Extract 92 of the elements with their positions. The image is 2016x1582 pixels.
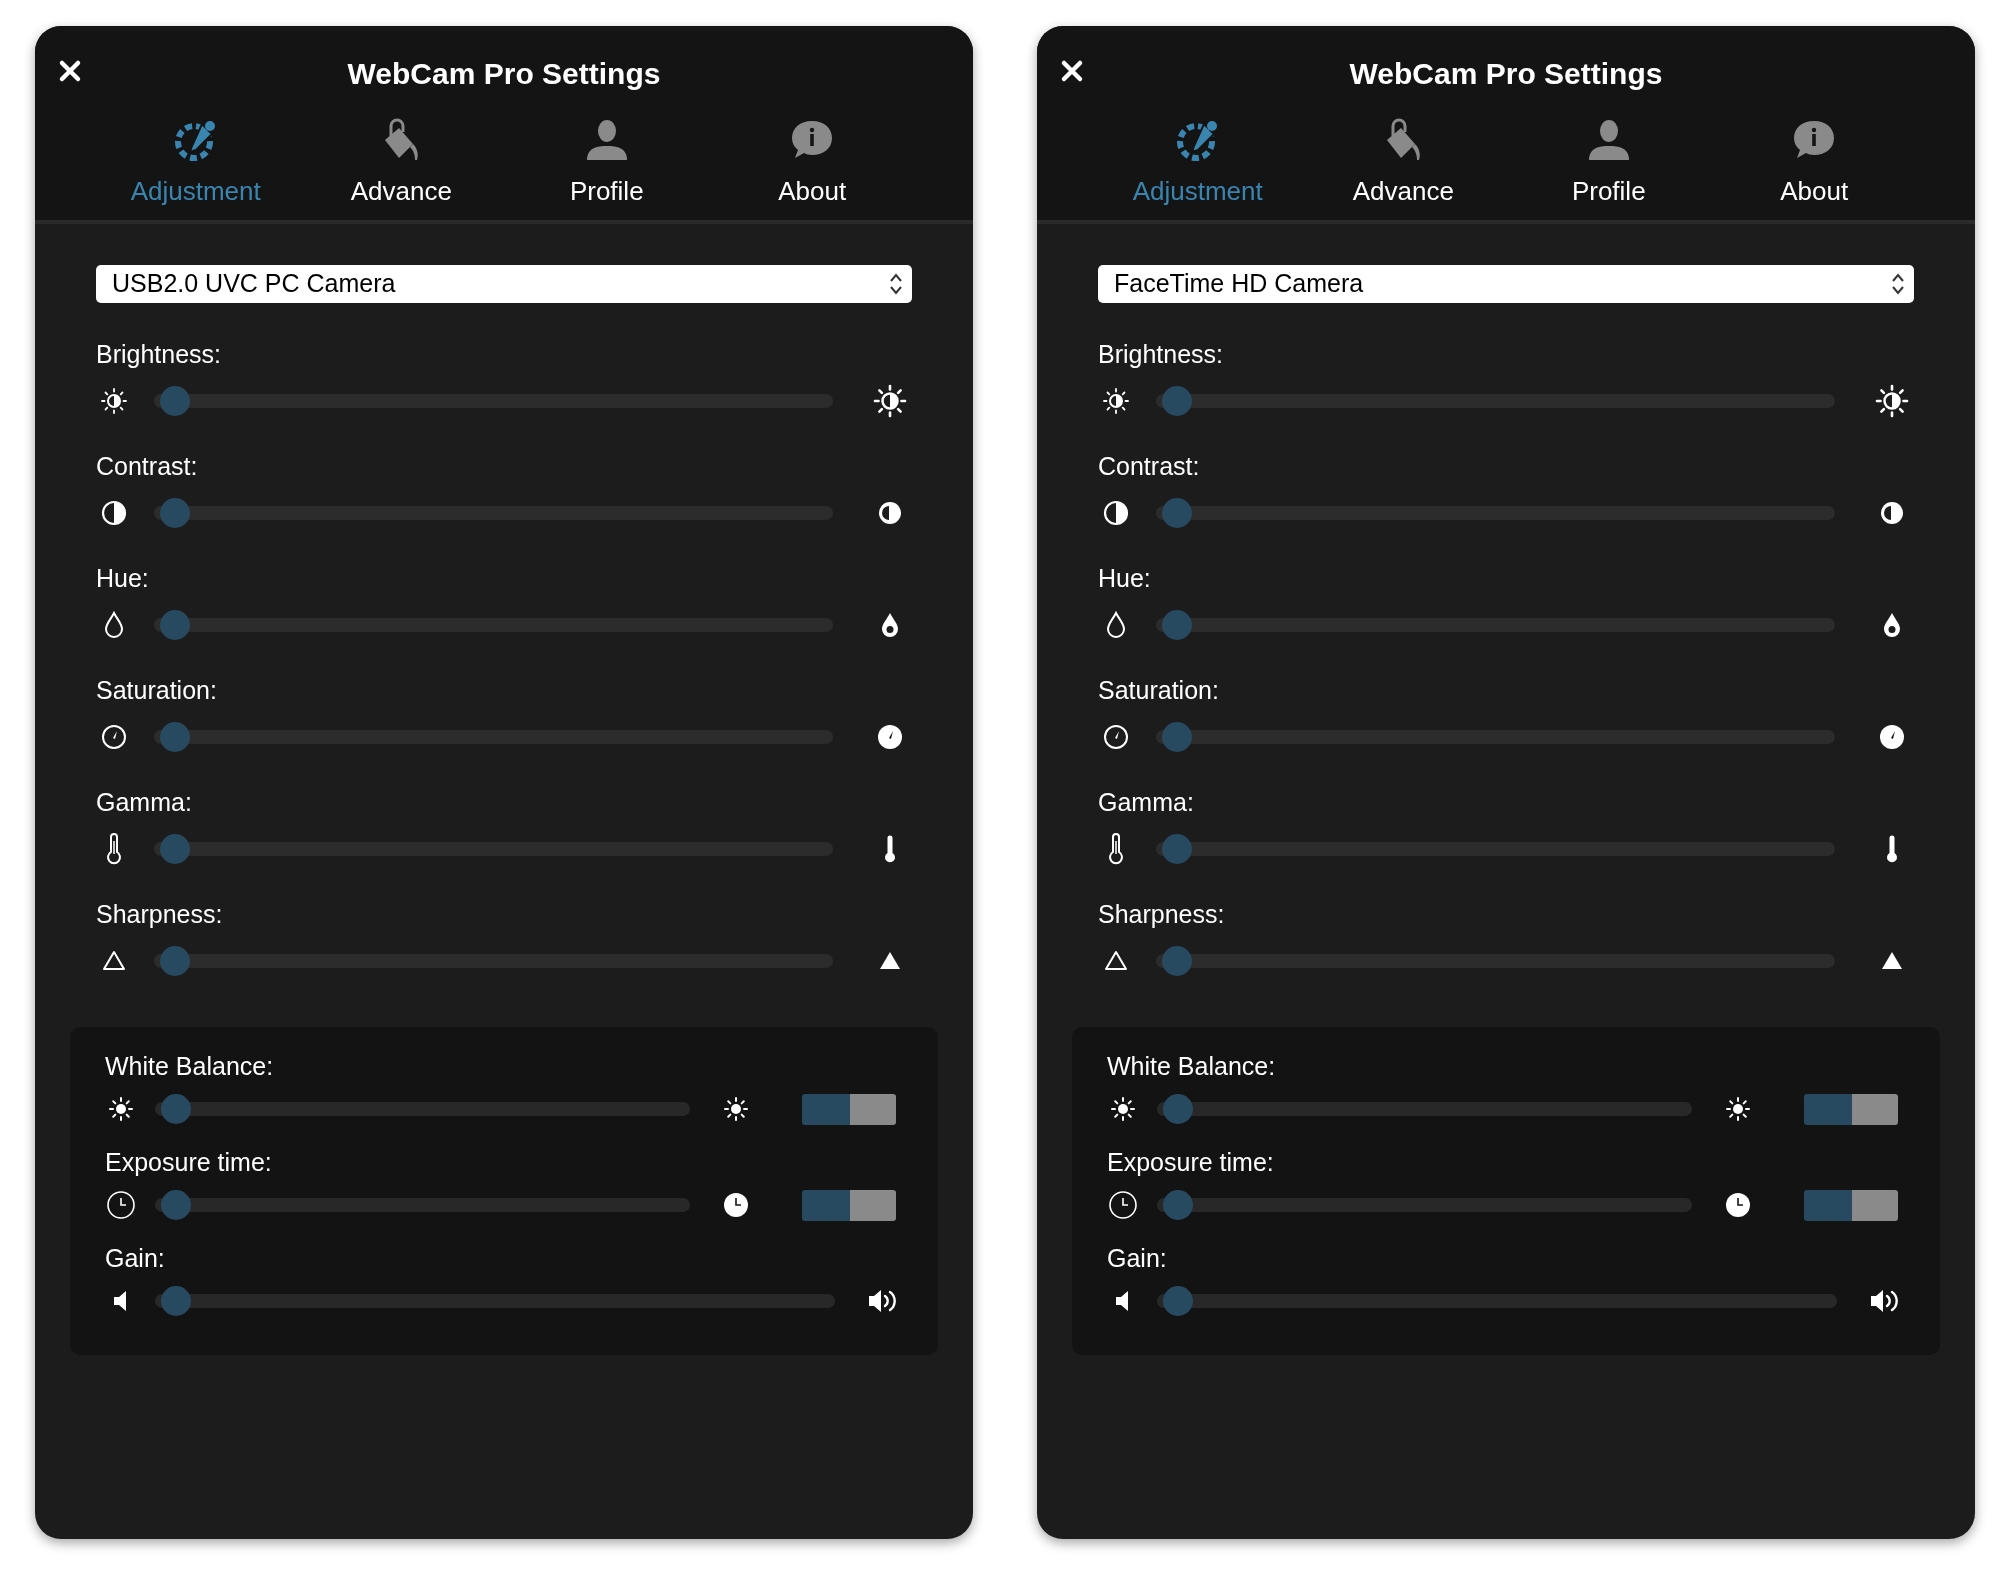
brightness-high-icon — [1874, 383, 1910, 419]
slider-thumb[interactable] — [160, 834, 190, 864]
toggle-switch[interactable] — [802, 1093, 896, 1125]
contrast-low-icon — [1101, 498, 1131, 528]
up-down-chevron-icon — [888, 271, 904, 297]
slider[interactable] — [154, 722, 833, 752]
sun-icon — [1109, 1095, 1137, 1123]
brightness-high-icon — [872, 383, 908, 419]
gauge-filled-icon — [875, 722, 905, 752]
slider[interactable] — [1157, 1094, 1692, 1124]
slider[interactable] — [155, 1190, 690, 1220]
brightness-low-icon — [99, 386, 129, 416]
tab[interactable]: Advance — [1300, 116, 1506, 208]
slider-thumb[interactable] — [160, 386, 190, 416]
slider-thumb[interactable] — [160, 610, 190, 640]
slider-thumb[interactable] — [160, 498, 190, 528]
slider-thumb[interactable] — [1162, 610, 1192, 640]
sun-icon — [1724, 1095, 1752, 1123]
tab[interactable]: Profile — [504, 116, 710, 208]
slider-label: Contrast: — [1098, 451, 1201, 481]
slider-thumb[interactable] — [1163, 1190, 1193, 1220]
slider[interactable] — [154, 610, 833, 640]
up-down-chevron-icon — [1890, 271, 1906, 297]
slider[interactable] — [1156, 722, 1835, 752]
slider-label: Exposure time: — [105, 1147, 273, 1177]
tab[interactable]: About — [709, 116, 915, 208]
contrast-low-icon — [99, 498, 129, 528]
slider-label: Gain: — [105, 1243, 166, 1273]
close-icon — [1060, 59, 1084, 83]
slider-label: Gain: — [1107, 1243, 1168, 1273]
slider[interactable] — [154, 498, 833, 528]
tab[interactable]: Adjustment — [93, 116, 299, 208]
tab[interactable]: About — [1711, 116, 1917, 208]
gauge-outline-icon — [1101, 722, 1131, 752]
slider-thumb[interactable] — [161, 1190, 191, 1220]
slider-thumb[interactable] — [161, 1286, 191, 1316]
toggle-switch[interactable] — [802, 1189, 896, 1221]
slider[interactable] — [154, 386, 833, 416]
slider-thumb[interactable] — [160, 946, 190, 976]
window-title: WebCam Pro Settings — [1349, 55, 1663, 92]
sun-icon — [722, 1095, 750, 1123]
slider-label: Saturation: — [96, 675, 218, 705]
slider-thumb[interactable] — [1162, 386, 1192, 416]
slider-label: Gamma: — [1098, 787, 1195, 817]
slider[interactable] — [155, 1286, 835, 1316]
sun-icon — [107, 1095, 135, 1123]
brightness-low-icon — [1101, 386, 1131, 416]
camera-select[interactable]: USB2.0 UVC PC Camera — [96, 265, 912, 303]
clock-outline-icon — [1107, 1189, 1139, 1221]
slider-label: Contrast: — [96, 451, 199, 481]
clock-filled-icon — [721, 1190, 751, 1220]
slider-thumb[interactable] — [1162, 946, 1192, 976]
slider-label: White Balance: — [105, 1051, 275, 1081]
gauge-outline-icon — [99, 722, 129, 752]
slider-thumb[interactable] — [1162, 722, 1192, 752]
slider[interactable] — [1156, 610, 1835, 640]
slider[interactable] — [1156, 386, 1835, 416]
slider-label: Gamma: — [96, 787, 193, 817]
slider[interactable] — [1156, 834, 1835, 864]
slider-label: Sharpness: — [96, 899, 224, 929]
slider-label: Brightness: — [1098, 339, 1225, 369]
slider-thumb[interactable] — [1163, 1286, 1193, 1316]
gauge-filled-icon — [1877, 722, 1907, 752]
slider[interactable] — [155, 1094, 690, 1124]
slider-thumb[interactable] — [160, 722, 190, 752]
clock-filled-icon — [1723, 1190, 1753, 1220]
clock-outline-icon — [105, 1189, 137, 1221]
slider-label: Brightness: — [96, 339, 223, 369]
window-title: WebCam Pro Settings — [347, 55, 661, 92]
tab[interactable]: Adjustment — [1095, 116, 1301, 208]
slider[interactable] — [1156, 498, 1835, 528]
slider-thumb[interactable] — [1162, 834, 1192, 864]
slider-label: Saturation: — [1098, 675, 1220, 705]
camera-select[interactable]: FaceTime HD Camera — [1098, 265, 1914, 303]
slider[interactable] — [1157, 1286, 1837, 1316]
slider[interactable] — [1157, 1190, 1692, 1220]
toggle-switch[interactable] — [1804, 1093, 1898, 1125]
toggle-switch[interactable] — [1804, 1189, 1898, 1221]
slider-label: Hue: — [1098, 563, 1152, 593]
slider[interactable] — [154, 946, 833, 976]
slider[interactable] — [154, 834, 833, 864]
slider-label: White Balance: — [1107, 1051, 1277, 1081]
slider-label: Exposure time: — [1107, 1147, 1275, 1177]
tab[interactable]: Advance — [298, 116, 504, 208]
close-icon — [58, 59, 82, 83]
tab[interactable]: Profile — [1506, 116, 1712, 208]
slider-label: Hue: — [96, 563, 150, 593]
slider-thumb[interactable] — [161, 1094, 191, 1124]
slider[interactable] — [1156, 946, 1835, 976]
slider-thumb[interactable] — [1163, 1094, 1193, 1124]
slider-thumb[interactable] — [1162, 498, 1192, 528]
slider-label: Sharpness: — [1098, 899, 1226, 929]
